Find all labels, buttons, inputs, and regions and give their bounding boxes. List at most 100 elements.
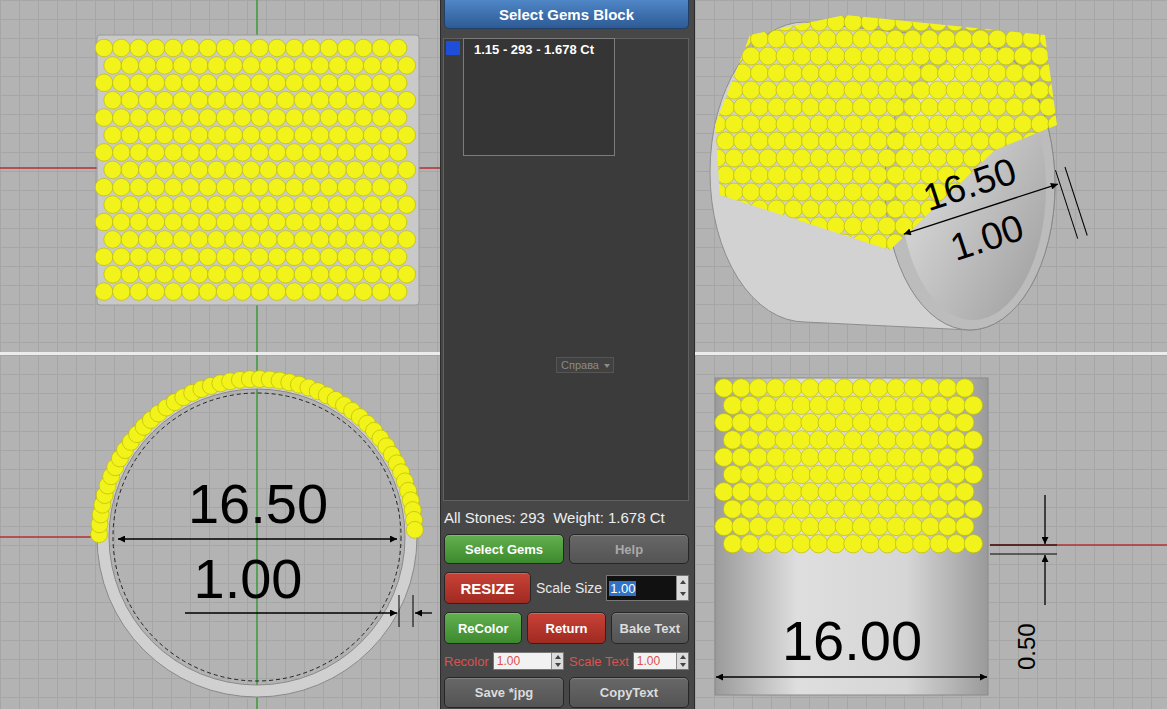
gem: [929, 115, 947, 133]
gem: [956, 483, 974, 501]
gem: [355, 248, 373, 266]
gem: [955, 132, 973, 150]
gem: [758, 431, 776, 449]
panel-button[interactable]: ReColor: [444, 612, 522, 644]
top-view-drawing[interactable]: [0, 0, 440, 352]
svg-text:1.00: 1.00: [194, 547, 303, 610]
gem: [329, 196, 347, 214]
gem: [802, 234, 820, 252]
spinner[interactable]: [676, 576, 688, 600]
gem: [329, 265, 347, 283]
field-label: Scale Text: [569, 654, 629, 669]
gem-block-area: 1.15 - 293 - 1.678 Ct Справа: [443, 38, 689, 501]
gem: [955, 98, 973, 116]
gem: [776, 81, 794, 99]
gem: [801, 448, 819, 466]
gem: [190, 231, 208, 249]
viewport-label: Справа: [556, 357, 614, 373]
select-gems-block-button[interactable]: Select Gems Block: [444, 0, 689, 29]
gem-block-list[interactable]: 1.15 - 293 - 1.678 Ct: [463, 38, 615, 156]
gem: [870, 64, 888, 82]
gem: [827, 217, 845, 235]
spinner[interactable]: [676, 653, 688, 669]
panel-button[interactable]: Return: [527, 612, 605, 644]
gem-block-item[interactable]: 1.15 - 293 - 1.678 Ct: [464, 39, 614, 59]
gem: [742, 115, 760, 133]
right-viewport[interactable]: 16.000.50: [695, 355, 1167, 709]
gem: [844, 535, 862, 553]
gem: [251, 178, 269, 196]
gem: [827, 396, 845, 414]
perspective-viewport[interactable]: 16.501.00: [695, 0, 1167, 352]
gem: [1031, 13, 1049, 31]
spin-up-icon[interactable]: [677, 653, 688, 661]
panel-button[interactable]: RESIZE: [444, 572, 531, 604]
panel-button[interactable]: Select Gems: [444, 534, 564, 564]
gem: [311, 231, 329, 249]
gem: [793, 81, 811, 99]
gem: [147, 213, 165, 231]
gem: [904, 517, 922, 535]
front-view-drawing[interactable]: 16.501.00: [0, 355, 440, 709]
gem: [268, 109, 286, 127]
gem: [363, 91, 381, 109]
spin-up-icon[interactable]: [677, 576, 688, 588]
panel-button[interactable]: Save *jpg: [444, 677, 564, 708]
top-viewport[interactable]: [0, 0, 440, 352]
spin-down-icon[interactable]: [677, 588, 688, 600]
gem: [337, 144, 355, 162]
gem: [921, 132, 939, 150]
gem: [286, 74, 304, 92]
gem: [818, 517, 836, 535]
ring-band: [97, 35, 419, 305]
gem: [768, 234, 786, 252]
gem: [912, 81, 930, 99]
gem: [381, 161, 399, 179]
gem: [878, 13, 896, 31]
spin-down-icon[interactable]: [552, 661, 563, 669]
panel-button[interactable]: CopyText: [569, 677, 689, 708]
gem: [742, 217, 760, 235]
gem: [938, 517, 956, 535]
gem: [225, 57, 243, 75]
gem: [732, 413, 750, 431]
panel-button[interactable]: Help: [569, 534, 689, 564]
spin-down-icon[interactable]: [677, 661, 688, 669]
panel-button[interactable]: Bake Text: [611, 612, 689, 644]
gem: [964, 500, 982, 518]
number-input[interactable]: 1.00: [606, 575, 689, 601]
spin-up-icon[interactable]: [552, 653, 563, 661]
gem: [989, 30, 1007, 48]
gem: [853, 98, 871, 116]
gem: [802, 98, 820, 116]
gem: [1048, 13, 1066, 31]
gem: [277, 161, 295, 179]
spinner[interactable]: [551, 653, 563, 669]
gem: [793, 47, 811, 65]
gem: [766, 413, 784, 431]
gem: [1031, 81, 1049, 99]
gem: [930, 465, 948, 483]
gem: [852, 483, 870, 501]
gem: [320, 178, 338, 196]
gem: [725, 47, 743, 65]
number-input[interactable]: 1.00: [633, 652, 689, 670]
gem: [725, 183, 743, 201]
perspective-drawing[interactable]: 16.501.00: [695, 0, 1167, 352]
gem: [398, 126, 416, 144]
gem: [303, 74, 321, 92]
number-input[interactable]: 1.00: [493, 652, 564, 670]
right-view-drawing[interactable]: 16.000.50: [695, 355, 1167, 709]
gem: [802, 166, 820, 184]
gem: [776, 115, 794, 133]
gem: [156, 126, 174, 144]
gem: [717, 98, 735, 116]
gem: [294, 91, 312, 109]
front-viewport[interactable]: 16.501.00: [0, 355, 440, 709]
gem: [818, 448, 836, 466]
gem: [355, 213, 373, 231]
gem: [708, 47, 726, 65]
gem: [810, 115, 828, 133]
gem: [156, 231, 174, 249]
gem: [766, 379, 784, 397]
